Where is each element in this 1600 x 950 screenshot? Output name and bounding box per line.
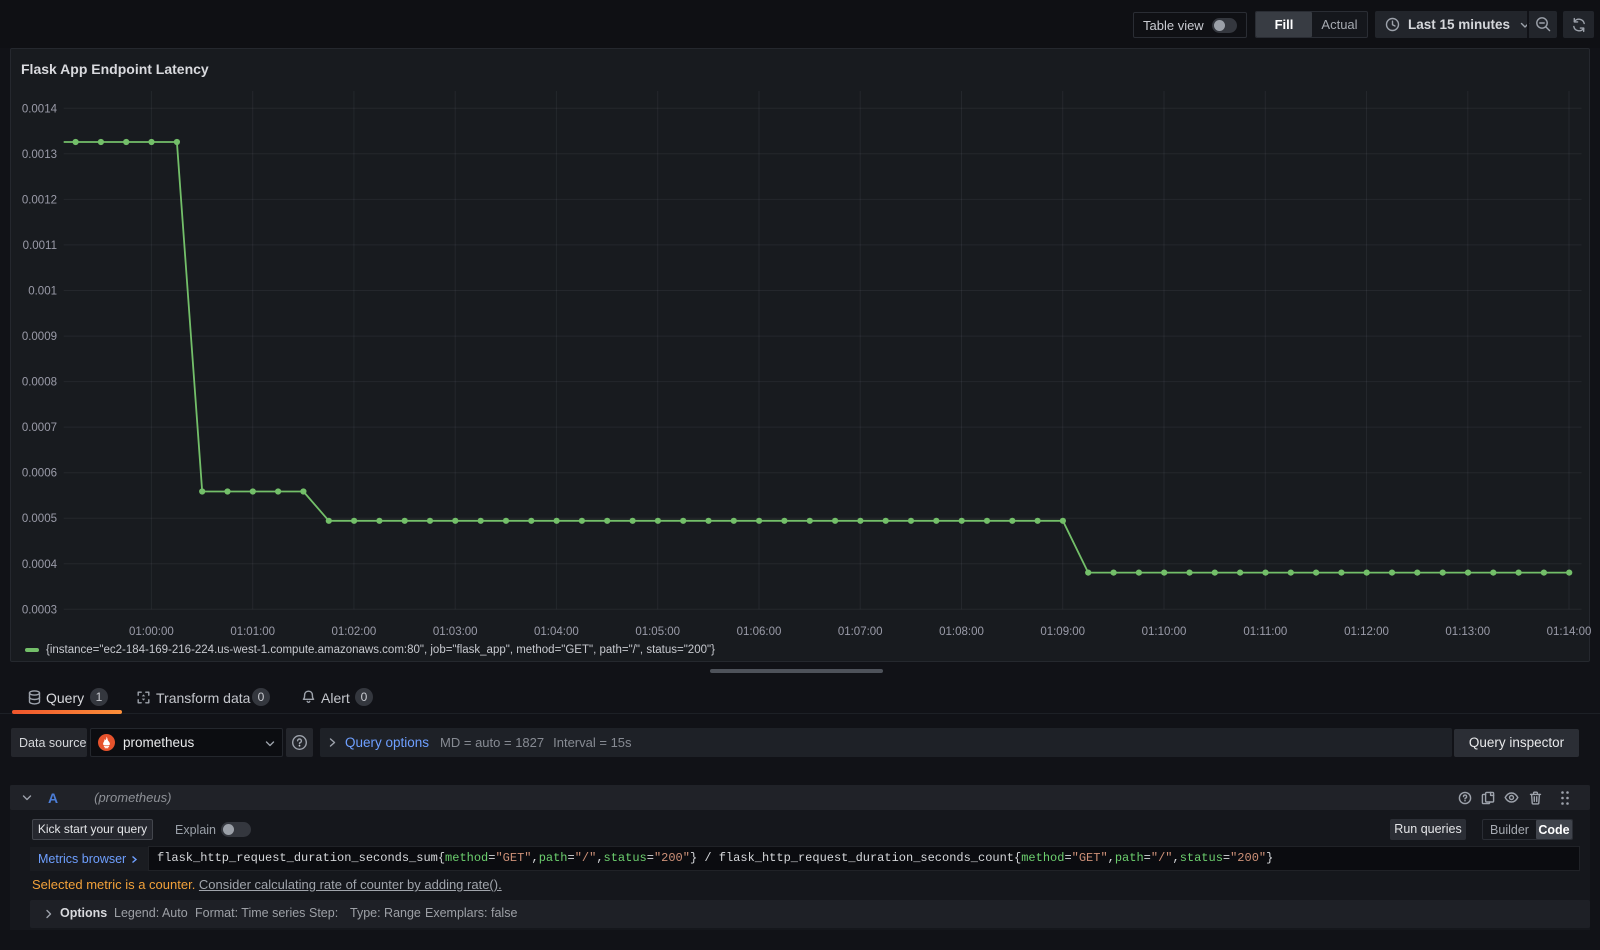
svg-text:01:03:00: 01:03:00 [433, 626, 478, 638]
svg-text:0.0014: 0.0014 [22, 103, 58, 115]
svg-text:01:12:00: 01:12:00 [1344, 626, 1389, 638]
svg-text:0.001: 0.001 [28, 286, 57, 298]
svg-text:0.0005: 0.0005 [22, 513, 57, 525]
svg-text:0.0004: 0.0004 [22, 559, 58, 571]
svg-text:01:13:00: 01:13:00 [1445, 626, 1490, 638]
svg-text:01:01:00: 01:01:00 [230, 626, 275, 638]
svg-text:01:00:00: 01:00:00 [129, 626, 174, 638]
svg-text:0.0009: 0.0009 [22, 331, 57, 343]
svg-text:01:04:00: 01:04:00 [534, 626, 579, 638]
svg-text:0.0003: 0.0003 [22, 604, 57, 616]
svg-text:01:10:00: 01:10:00 [1142, 626, 1187, 638]
svg-text:0.0011: 0.0011 [23, 240, 57, 252]
svg-text:01:02:00: 01:02:00 [332, 626, 377, 638]
svg-text:0.0012: 0.0012 [22, 194, 57, 206]
svg-text:0.0007: 0.0007 [22, 422, 57, 434]
svg-text:01:06:00: 01:06:00 [737, 626, 782, 638]
svg-text:0.0006: 0.0006 [22, 468, 57, 480]
svg-text:01:14:00: 01:14:00 [1547, 626, 1592, 638]
svg-text:01:09:00: 01:09:00 [1040, 626, 1085, 638]
svg-text:01:08:00: 01:08:00 [939, 626, 984, 638]
svg-text:0.0008: 0.0008 [22, 377, 57, 389]
svg-text:01:07:00: 01:07:00 [838, 626, 883, 638]
svg-text:01:05:00: 01:05:00 [635, 626, 680, 638]
svg-text:0.0013: 0.0013 [22, 149, 57, 161]
svg-text:01:11:00: 01:11:00 [1243, 626, 1287, 638]
